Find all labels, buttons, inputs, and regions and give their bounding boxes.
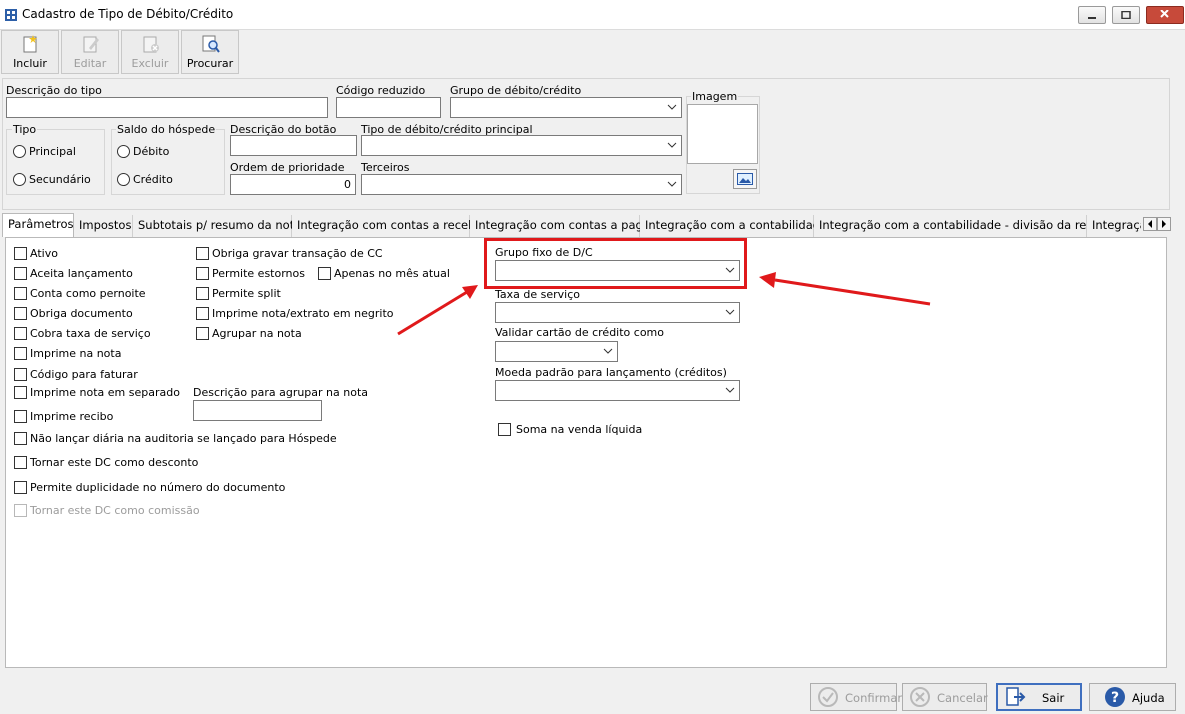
ajuda-label: Ajuda [1132, 691, 1165, 705]
check-icon [818, 687, 838, 707]
ajuda-button[interactable]: ? Ajuda [1089, 683, 1176, 711]
cancel-icon [910, 687, 930, 707]
cancelar-button[interactable]: Cancelar [902, 683, 988, 711]
help-icon: ? [1105, 687, 1125, 707]
exit-door-icon [1006, 687, 1026, 706]
cancelar-label: Cancelar [937, 691, 988, 705]
sair-button[interactable]: Sair [996, 683, 1082, 711]
arrow-right-annotation [759, 272, 931, 306]
annotation-arrows [397, 272, 931, 336]
confirmar-button[interactable]: Confirmar [810, 683, 902, 711]
confirmar-label: Confirmar [845, 691, 903, 705]
arrow-left-annotation [397, 285, 478, 336]
svg-text:?: ? [1111, 690, 1119, 706]
sair-label: Sair [1042, 691, 1065, 705]
